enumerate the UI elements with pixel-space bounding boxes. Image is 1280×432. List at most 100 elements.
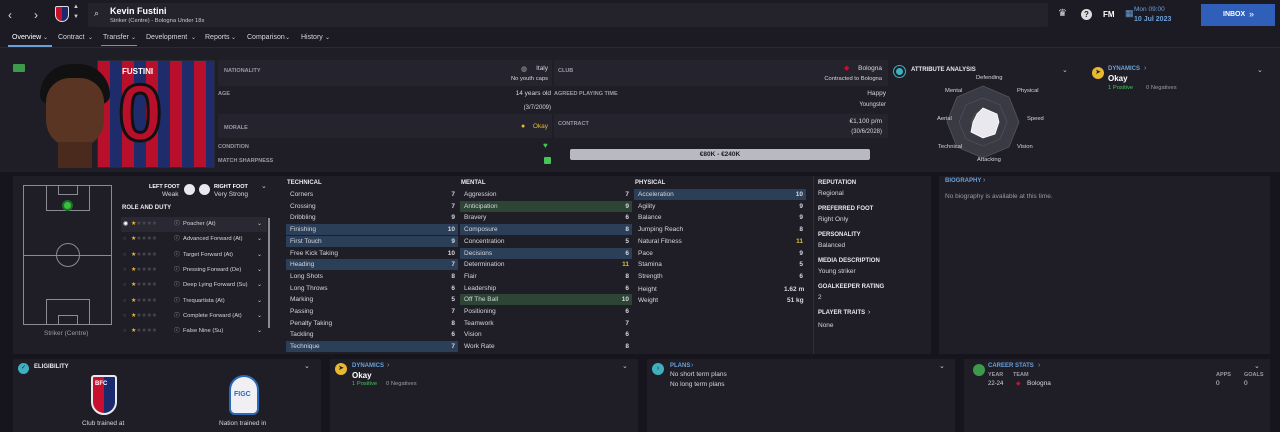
attribute-row[interactable]: Dribbling 9: [286, 212, 458, 223]
position-marker[interactable]: [62, 200, 73, 211]
attribute-row[interactable]: Flair 8: [460, 271, 632, 282]
attribute-row[interactable]: Agility 9: [634, 201, 806, 212]
attribute-row[interactable]: Long Shots 8: [286, 271, 458, 282]
search-box[interactable]: [88, 3, 1048, 27]
dynamics-link-chevron[interactable]: ›: [1144, 65, 1146, 72]
attribute-row[interactable]: Vision 6: [460, 329, 632, 340]
chevron-down-icon[interactable]: ⌄: [939, 362, 945, 370]
attribute-row[interactable]: Technique 7: [286, 341, 458, 353]
chevron-down-icon[interactable]: ⌄: [261, 182, 267, 190]
current-date[interactable]: 10 Jul 2023: [1134, 16, 1171, 23]
chevron-down-icon[interactable]: ⌄: [622, 362, 628, 370]
dynamics-link-chevron[interactable]: ›: [387, 362, 389, 369]
search-icon[interactable]: ⌕: [94, 8, 99, 19]
info-icon[interactable]: ⓘ: [174, 309, 180, 324]
chevron-down-icon[interactable]: ⌄: [257, 294, 262, 309]
attribute-row[interactable]: Passing 7: [286, 306, 458, 317]
role-item[interactable]: ○ ★★★★★ ⓘ Deep Lying Forward (Su) ⌄: [121, 278, 267, 293]
attribute-row[interactable]: Finishing 10: [286, 224, 458, 236]
chevron-down-icon[interactable]: ⌄: [257, 217, 262, 232]
chevron-down-icon[interactable]: ⌄: [257, 278, 262, 293]
chevron-down-icon[interactable]: ⌄: [257, 324, 262, 339]
attribute-row[interactable]: Natural Fitness 11: [634, 236, 806, 247]
role-item[interactable]: ○ ★★★★★ ⓘ Target Forward (At) ⌄: [121, 248, 267, 263]
attribute-row[interactable]: Long Throws 6: [286, 283, 458, 294]
attribute-row[interactable]: Acceleration 10: [634, 189, 806, 200]
attribute-row[interactable]: Decisions 6: [460, 247, 632, 259]
attribute-row[interactable]: Leadership 6: [460, 283, 632, 294]
career-title[interactable]: CAREER STATS: [988, 363, 1034, 369]
attribute-row[interactable]: Concentration 5: [460, 236, 632, 247]
role-item[interactable]: ○ ★★★★★ ⓘ False Nine (Su) ⌄: [121, 324, 267, 339]
forward-icon[interactable]: ›: [34, 8, 38, 22]
tab-development[interactable]: Development: [146, 34, 187, 41]
chevron-up-icon[interactable]: ▲: [73, 4, 79, 10]
help-icon[interactable]: ?: [1081, 9, 1092, 20]
tab-history[interactable]: History: [301, 34, 323, 41]
tab-overview[interactable]: Overview: [12, 34, 41, 41]
role-scrollbar[interactable]: [268, 218, 270, 328]
role-item[interactable]: ○ ★★★★★ ⓘ Advanced Forward (At) ⌄: [121, 232, 267, 247]
attribute-row[interactable]: Bravery 6: [460, 212, 632, 223]
traits-label[interactable]: PLAYER TRAITS: [818, 310, 865, 316]
club[interactable]: Bologna: [858, 65, 882, 72]
chevron-down-icon[interactable]: ⌄: [257, 232, 262, 247]
attribute-row[interactable]: Heading 7: [286, 259, 458, 271]
attribute-row[interactable]: Penalty Taking 8: [286, 318, 458, 329]
attribute-row[interactable]: Positioning 6: [460, 306, 632, 317]
role-radio-icon[interactable]: ○: [123, 294, 127, 309]
role-radio-icon[interactable]: ○: [123, 248, 127, 263]
attribute-row[interactable]: Determination 11: [460, 259, 632, 270]
plans-link-chevron[interactable]: ›: [691, 362, 693, 369]
role-radio-icon[interactable]: ○: [123, 324, 127, 339]
traits-link-chevron[interactable]: ›: [868, 309, 870, 316]
tab-reports[interactable]: Reports: [205, 34, 230, 41]
chevron-down-icon[interactable]: ⌄: [304, 362, 310, 370]
role-radio-icon[interactable]: ○: [123, 309, 127, 324]
nationality[interactable]: Italy: [536, 65, 548, 72]
attribute-row[interactable]: Anticipation 9: [460, 200, 632, 212]
attribute-row[interactable]: Free Kick Taking 10: [286, 248, 458, 259]
dynamics-title[interactable]: DYNAMICS: [1108, 66, 1140, 72]
attribute-row[interactable]: First Touch 9: [286, 235, 458, 247]
chevron-down-icon[interactable]: ⌄: [1062, 66, 1068, 74]
attribute-row[interactable]: Jumping Reach 8: [634, 224, 806, 235]
role-radio-icon[interactable]: ○: [123, 263, 127, 278]
role-radio-icon[interactable]: ◉: [123, 217, 128, 232]
value-range-bar[interactable]: €80K - €240K: [570, 149, 870, 160]
info-icon[interactable]: ⓘ: [174, 217, 180, 232]
career-team[interactable]: Bologna: [1027, 380, 1051, 387]
trophy-icon[interactable]: ♛: [1058, 8, 1067, 19]
attribute-row[interactable]: Pace 9: [634, 248, 806, 259]
role-radio-icon[interactable]: ○: [123, 232, 127, 247]
info-icon[interactable]: ⓘ: [174, 263, 180, 278]
chevron-down-icon[interactable]: ⌄: [257, 248, 262, 263]
attribute-row[interactable]: Aggression 7: [460, 189, 632, 200]
role-radio-icon[interactable]: ○: [123, 278, 127, 293]
attribute-row[interactable]: Teamwork 7: [460, 318, 632, 329]
attribute-row[interactable]: Off The Ball 10: [460, 294, 632, 306]
chevron-down-icon[interactable]: ⌄: [257, 309, 262, 324]
tab-contract[interactable]: Contract: [58, 34, 84, 41]
chevron-down-icon[interactable]: ▼: [73, 14, 79, 20]
plans-title[interactable]: PLANS: [670, 363, 690, 369]
attribute-row[interactable]: Corners 7: [286, 189, 458, 200]
attribute-row[interactable]: Balance 9: [634, 212, 806, 223]
attribute-row[interactable]: Crossing 7: [286, 201, 458, 212]
career-link-chevron[interactable]: ›: [1038, 362, 1040, 369]
attribute-row[interactable]: Strength 6: [634, 271, 806, 282]
attribute-row[interactable]: Composure 8: [460, 224, 632, 236]
attribute-row[interactable]: Tackling 6: [286, 329, 458, 340]
biography-title[interactable]: BIOGRAPHY: [945, 178, 981, 184]
info-icon[interactable]: ⓘ: [174, 324, 180, 339]
chevron-down-icon[interactable]: ⌄: [257, 263, 262, 278]
biography-link-chevron[interactable]: ›: [983, 177, 985, 184]
info-icon[interactable]: ⓘ: [174, 232, 180, 247]
tab-transfer[interactable]: Transfer: [103, 34, 129, 41]
dynamics-title[interactable]: DYNAMICS: [352, 363, 384, 369]
role-item[interactable]: ○ ★★★★★ ⓘ Pressing Forward (De) ⌄: [121, 263, 267, 278]
info-icon[interactable]: ⓘ: [174, 294, 180, 309]
attribute-row[interactable]: Stamina 5: [634, 259, 806, 270]
fm-menu[interactable]: FM: [1103, 10, 1115, 19]
info-icon[interactable]: ⓘ: [174, 248, 180, 263]
